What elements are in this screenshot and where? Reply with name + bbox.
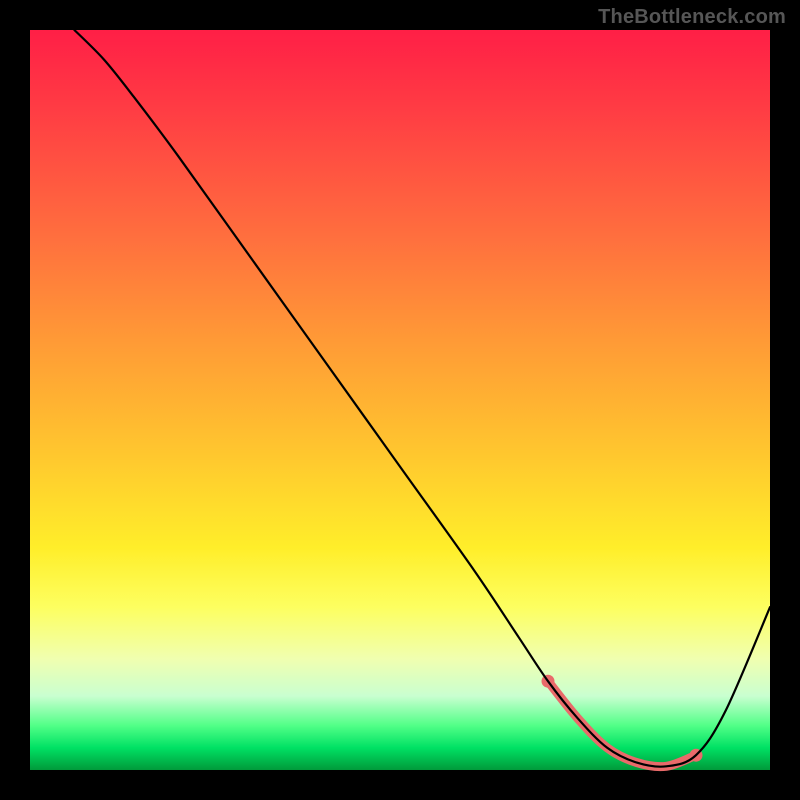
chart-frame: TheBottleneck.com: [0, 0, 800, 800]
curve-svg: [30, 30, 770, 770]
plot-area: [30, 30, 770, 770]
highlight-segment: [548, 681, 696, 766]
highlight-dots: [542, 675, 703, 762]
bottleneck-curve: [74, 30, 770, 767]
attribution-text: TheBottleneck.com: [598, 6, 786, 29]
